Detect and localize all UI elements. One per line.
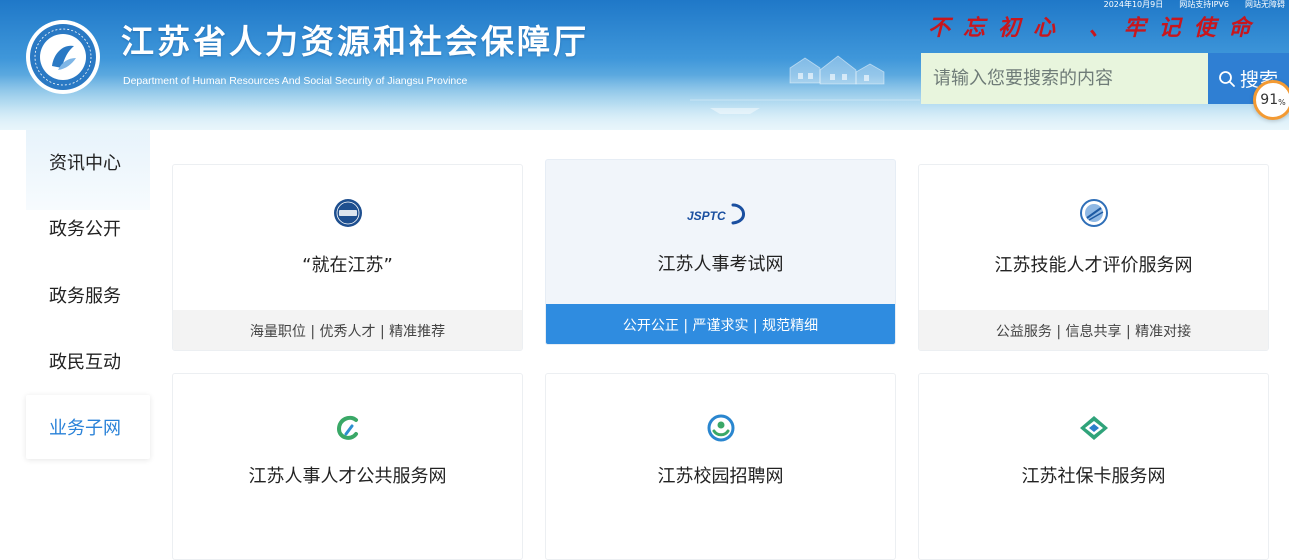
- zoom-indicator[interactable]: 91%: [1253, 80, 1289, 120]
- side-nav: 资讯中心 政务公开 政务服务 政民互动 业务子网: [26, 130, 150, 480]
- sidebar-item-label: 政务公开: [49, 219, 121, 240]
- sidebar-item-label: 资讯中心: [49, 153, 121, 174]
- campus-recruit-icon: [707, 414, 734, 442]
- social-card-icon: [1079, 416, 1108, 440]
- slogan: 不忘初心 、牢记使命: [928, 15, 1264, 41]
- sidebar-item-subsites[interactable]: 业务子网: [26, 395, 150, 459]
- ipv6-link[interactable]: 网站支持IPV6: [1179, 0, 1229, 12]
- sidebar-item-government-affairs[interactable]: 政务公开: [26, 196, 150, 260]
- card-campus-recruitment[interactable]: 江苏校园招聘网: [545, 373, 896, 560]
- department-emblem-icon[interactable]: [24, 18, 102, 96]
- sidebar-item-government-services[interactable]: 政务服务: [26, 263, 150, 327]
- top-info-bar: 2024年10月9日 网站支持IPV6 网站无障碍: [1104, 0, 1289, 12]
- sidebar-item-label: 政民互动: [49, 352, 121, 373]
- site-title[interactable]: 江苏省人力资源和社会保障厅: [121, 20, 589, 64]
- smart-employment-icon: [333, 199, 362, 227]
- card-social-security-card[interactable]: 江苏社保卡服务网: [918, 373, 1269, 560]
- current-date: 2024年10月9日: [1103, 0, 1164, 9]
- sidebar-item-label: 政务服务: [49, 286, 121, 307]
- sidebar-item-interaction[interactable]: 政民互动: [26, 329, 150, 393]
- card-title: 江苏人事人才公共服务网: [248, 466, 447, 487]
- card-talent-public-service[interactable]: 江苏人事人才公共服务网: [172, 373, 523, 560]
- talent-service-icon: [336, 415, 358, 440]
- card-title: 江苏社保卡服务网: [1021, 466, 1166, 487]
- site-subtitle: Department of Human Resources And Social…: [123, 75, 468, 87]
- scenery-illustration: [690, 55, 920, 114]
- card-title: “就在江苏”: [302, 255, 393, 276]
- card-title: 江苏校园招聘网: [657, 466, 784, 487]
- card-footer: 海量职位 | 优秀人才 | 精准推荐: [173, 310, 522, 350]
- skill-evaluation-icon: [1079, 199, 1108, 227]
- sidebar-item-news[interactable]: 资讯中心: [26, 130, 150, 194]
- zoom-value: 91: [1260, 92, 1279, 108]
- card-skill-evaluation[interactable]: 江苏技能人才评价服务网 公益服务 | 信息共享 | 精准对接: [918, 164, 1269, 351]
- card-jiangsu-personnel-exam[interactable]: JSPTC 江苏人事考试网 公开公正 | 严谨求实 | 规范精细: [545, 159, 896, 345]
- svg-text:JSPTC: JSPTC: [687, 209, 726, 223]
- card-jiuzai-jiangsu[interactable]: “就在江苏” 海量职位 | 优秀人才 | 精准推荐: [172, 164, 523, 351]
- jsptc-logo-icon: JSPTC: [687, 203, 745, 225]
- search-icon: [1219, 70, 1235, 87]
- card-footer: 公益服务 | 信息共享 | 精准对接: [919, 310, 1268, 350]
- search-input[interactable]: [921, 53, 1208, 104]
- card-title: 江苏人事考试网: [657, 254, 784, 275]
- card-title: 江苏技能人才评价服务网: [994, 255, 1193, 276]
- zoom-unit: %: [1278, 97, 1286, 107]
- card-footer: 公开公正 | 严谨求实 | 规范精细: [546, 304, 895, 344]
- accessibility-link[interactable]: 网站无障碍: [1245, 0, 1285, 12]
- sidebar-item-label: 业务子网: [49, 418, 121, 439]
